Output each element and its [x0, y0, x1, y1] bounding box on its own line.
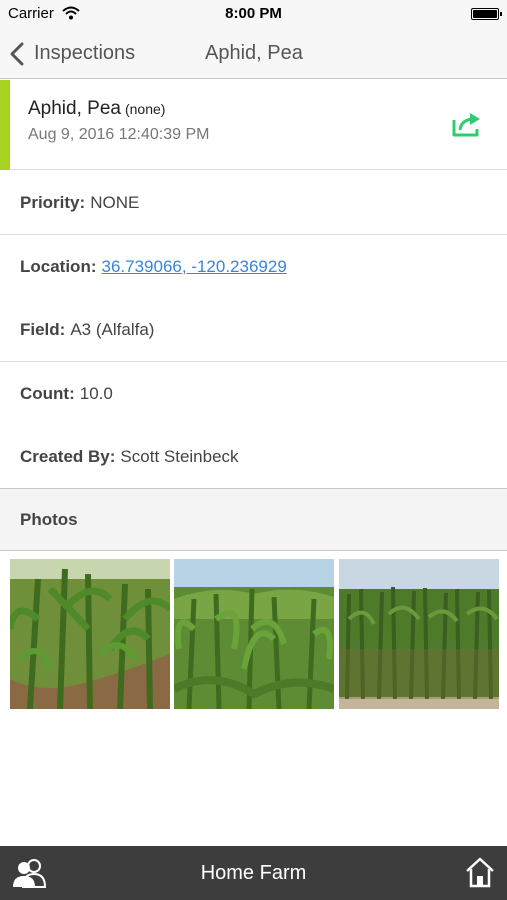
- home-icon[interactable]: [465, 856, 495, 888]
- clock: 8:00 PM: [225, 5, 282, 22]
- pest-title: Aphid, Pea (none): [28, 98, 165, 120]
- page-title: Aphid, Pea: [205, 42, 303, 64]
- back-label: Inspections: [34, 42, 136, 64]
- location-row: Location: 36.739066, -120.236929: [0, 235, 507, 299]
- location-link[interactable]: 36.739066, -120.236929: [102, 257, 287, 277]
- photo-thumbnail-1[interactable]: [10, 559, 170, 709]
- field-value: A3 (Alfalfa): [70, 319, 155, 339]
- chevron-left-icon: [10, 42, 24, 65]
- photo-thumbnail-3[interactable]: [339, 559, 499, 709]
- corn-photo-2: [174, 559, 334, 709]
- created-by-label: Created By:: [20, 447, 116, 466]
- count-value: 10.0: [79, 383, 113, 403]
- pest-name: Aphid, Pea: [28, 98, 121, 119]
- back-button[interactable]: Inspections: [8, 28, 135, 79]
- count-row: Count: 10.0: [0, 362, 507, 426]
- photos-section-header: Photos: [0, 488, 507, 551]
- status-bar: Carrier 8:00 PM: [0, 0, 507, 28]
- created-by-value: Scott Steinbeck: [120, 447, 239, 466]
- priority-row: Priority: NONE: [0, 171, 507, 235]
- accent-bar: [0, 80, 10, 170]
- bottom-bar: Home Farm: [0, 846, 507, 900]
- field-row: Field: A3 (Alfalfa): [0, 298, 507, 362]
- count-label: Count:: [20, 383, 75, 403]
- created-by-row: Created By: Scott Steinbeck: [0, 425, 507, 489]
- corn-photo-3: [339, 559, 499, 709]
- priority-value: NONE: [90, 192, 140, 212]
- farm-title: Home Farm: [200, 862, 307, 884]
- inspection-date: Aug 9, 2016 12:40:39 PM: [28, 126, 210, 143]
- pest-note: (none): [124, 101, 166, 117]
- location-label: Location:: [20, 256, 97, 276]
- navigation-bar: Inspections Aphid, Pea: [0, 28, 507, 79]
- battery-icon: [471, 8, 502, 20]
- share-icon[interactable]: [451, 110, 483, 138]
- photo-thumbnail-2[interactable]: [174, 559, 334, 709]
- field-label: Field:: [20, 319, 66, 339]
- photos-heading: Photos: [20, 509, 78, 529]
- corn-photo-1: [10, 559, 170, 709]
- priority-label: Priority:: [20, 192, 86, 212]
- inspection-header: Aphid, Pea (none) Aug 9, 2016 12:40:39 PM: [0, 80, 507, 170]
